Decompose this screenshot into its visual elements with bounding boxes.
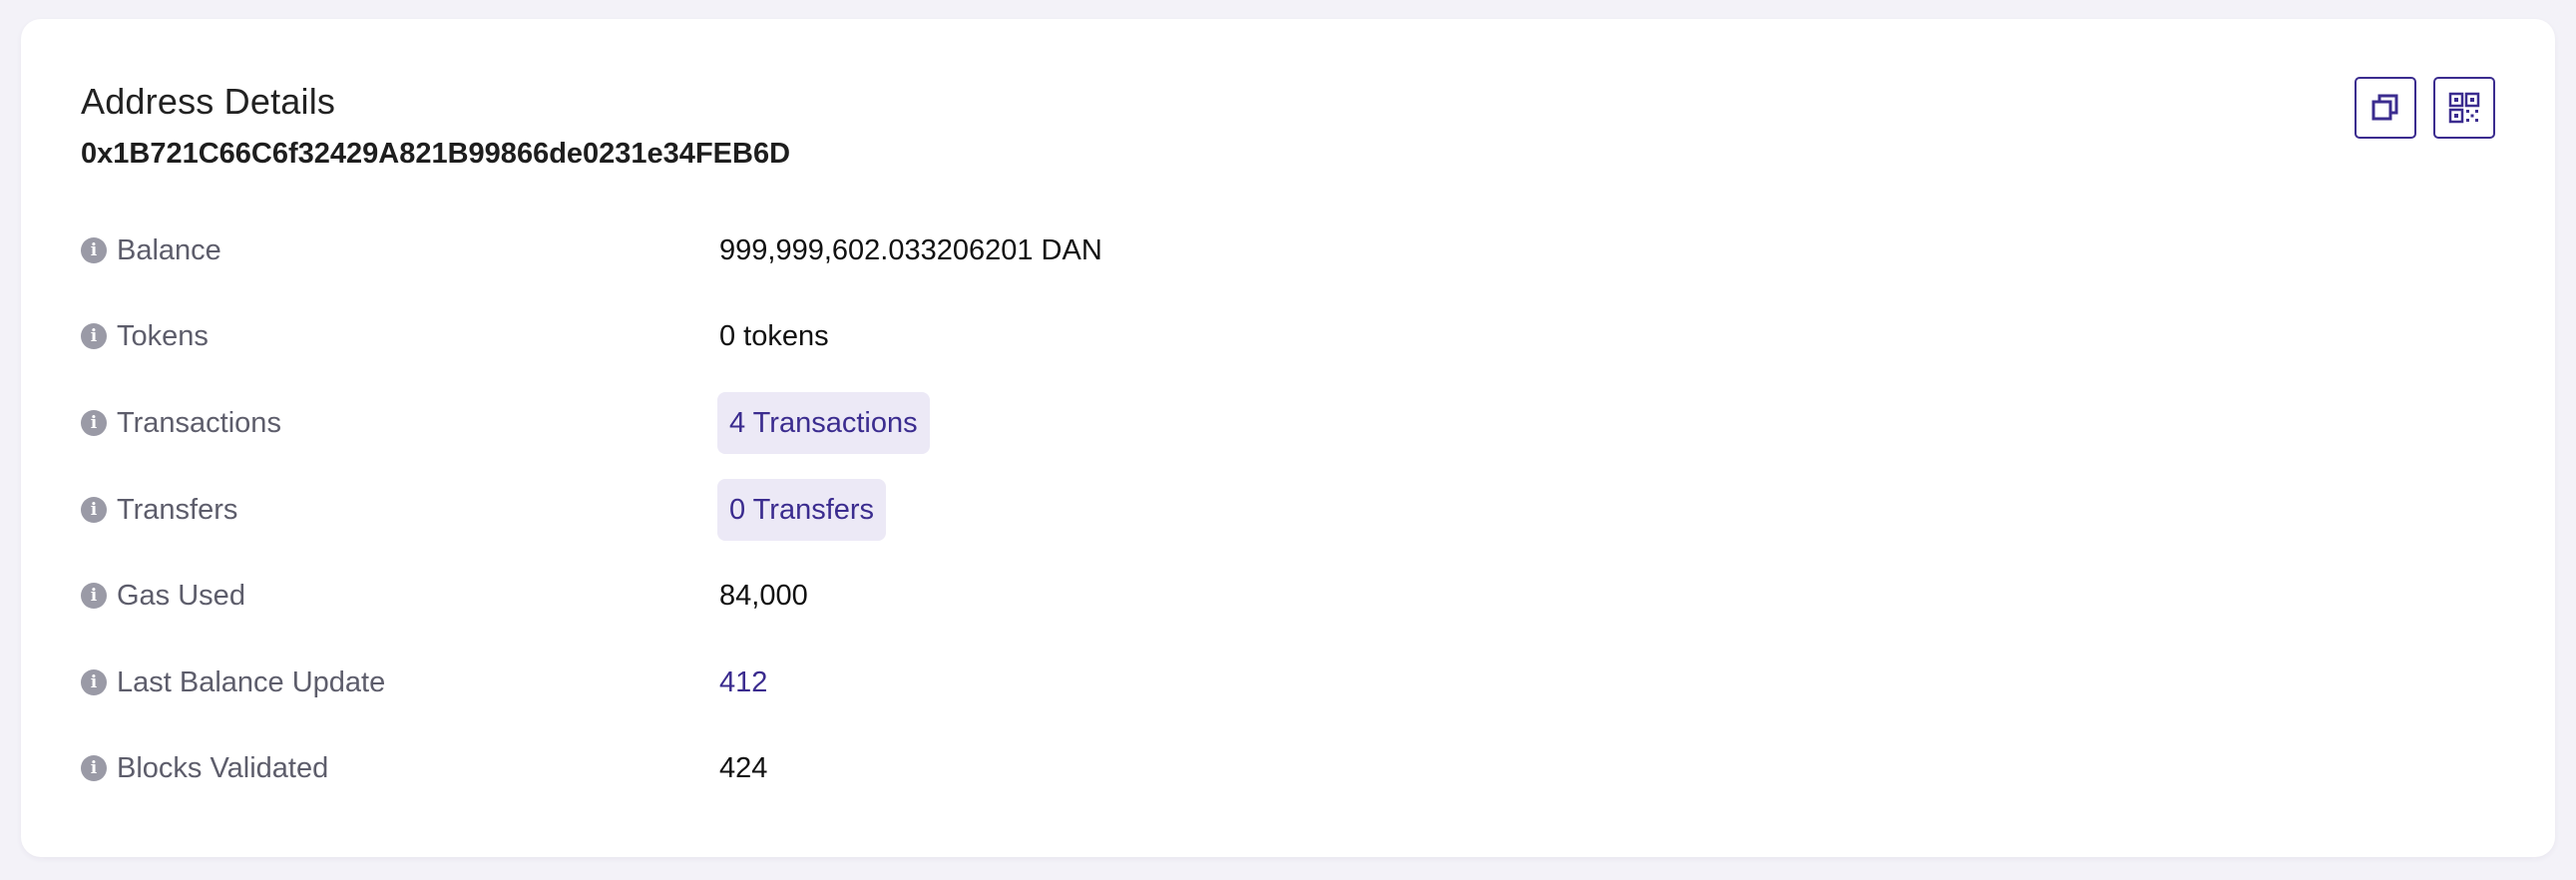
transfers-pill-link[interactable]: 0 Transfers <box>717 479 887 541</box>
info-icon[interactable]: i <box>81 583 107 609</box>
tokens-value: 0 tokens <box>719 319 829 352</box>
detail-label: Balance <box>117 233 221 266</box>
address-hash: 0x1B721C66C6f32429A821B99866de0231e34FEB… <box>81 138 791 170</box>
info-icon[interactable]: i <box>81 323 107 349</box>
detail-label: Blocks Validated <box>117 751 329 784</box>
detail-label: Gas Used <box>117 579 245 612</box>
address-details-card: Address Details 0x1B721C66C6f32429A821B9… <box>21 19 2555 857</box>
info-icon[interactable]: i <box>81 237 107 263</box>
detail-row-gas-used: i Gas Used 84,000 <box>81 566 2475 626</box>
detail-row-blocks-validated: i Blocks Validated 424 <box>81 738 2475 798</box>
gas-used-value: 84,000 <box>719 579 808 612</box>
copy-icon <box>2368 91 2402 125</box>
detail-row-transactions: i Transactions 4 Transactions <box>81 392 2475 454</box>
qr-code-button[interactable] <box>2433 77 2495 139</box>
detail-label: Tokens <box>117 319 209 352</box>
detail-row-transfers: i Transfers 0 Transfers <box>81 479 2475 541</box>
info-icon[interactable]: i <box>81 497 107 523</box>
detail-label: Last Balance Update <box>117 665 386 698</box>
balance-value: 999,999,602.033206201 DAN <box>719 233 1102 266</box>
detail-label: Transfers <box>117 493 238 526</box>
info-icon[interactable]: i <box>81 755 107 781</box>
qr-code-icon <box>2447 91 2481 125</box>
blocks-validated-value: 424 <box>719 751 768 784</box>
info-icon[interactable]: i <box>81 410 107 436</box>
detail-label: Transactions <box>117 406 281 439</box>
page-title: Address Details <box>81 81 336 122</box>
info-icon[interactable]: i <box>81 669 107 695</box>
detail-row-last-balance-update: i Last Balance Update 412 <box>81 653 2475 712</box>
detail-row-tokens: i Tokens 0 tokens <box>81 306 2475 366</box>
transactions-pill-link[interactable]: 4 Transactions <box>717 392 930 454</box>
copy-address-button[interactable] <box>2355 77 2416 139</box>
last-balance-update-link[interactable]: 412 <box>719 666 767 699</box>
detail-row-balance: i Balance 999,999,602.033206201 DAN <box>81 220 2475 280</box>
